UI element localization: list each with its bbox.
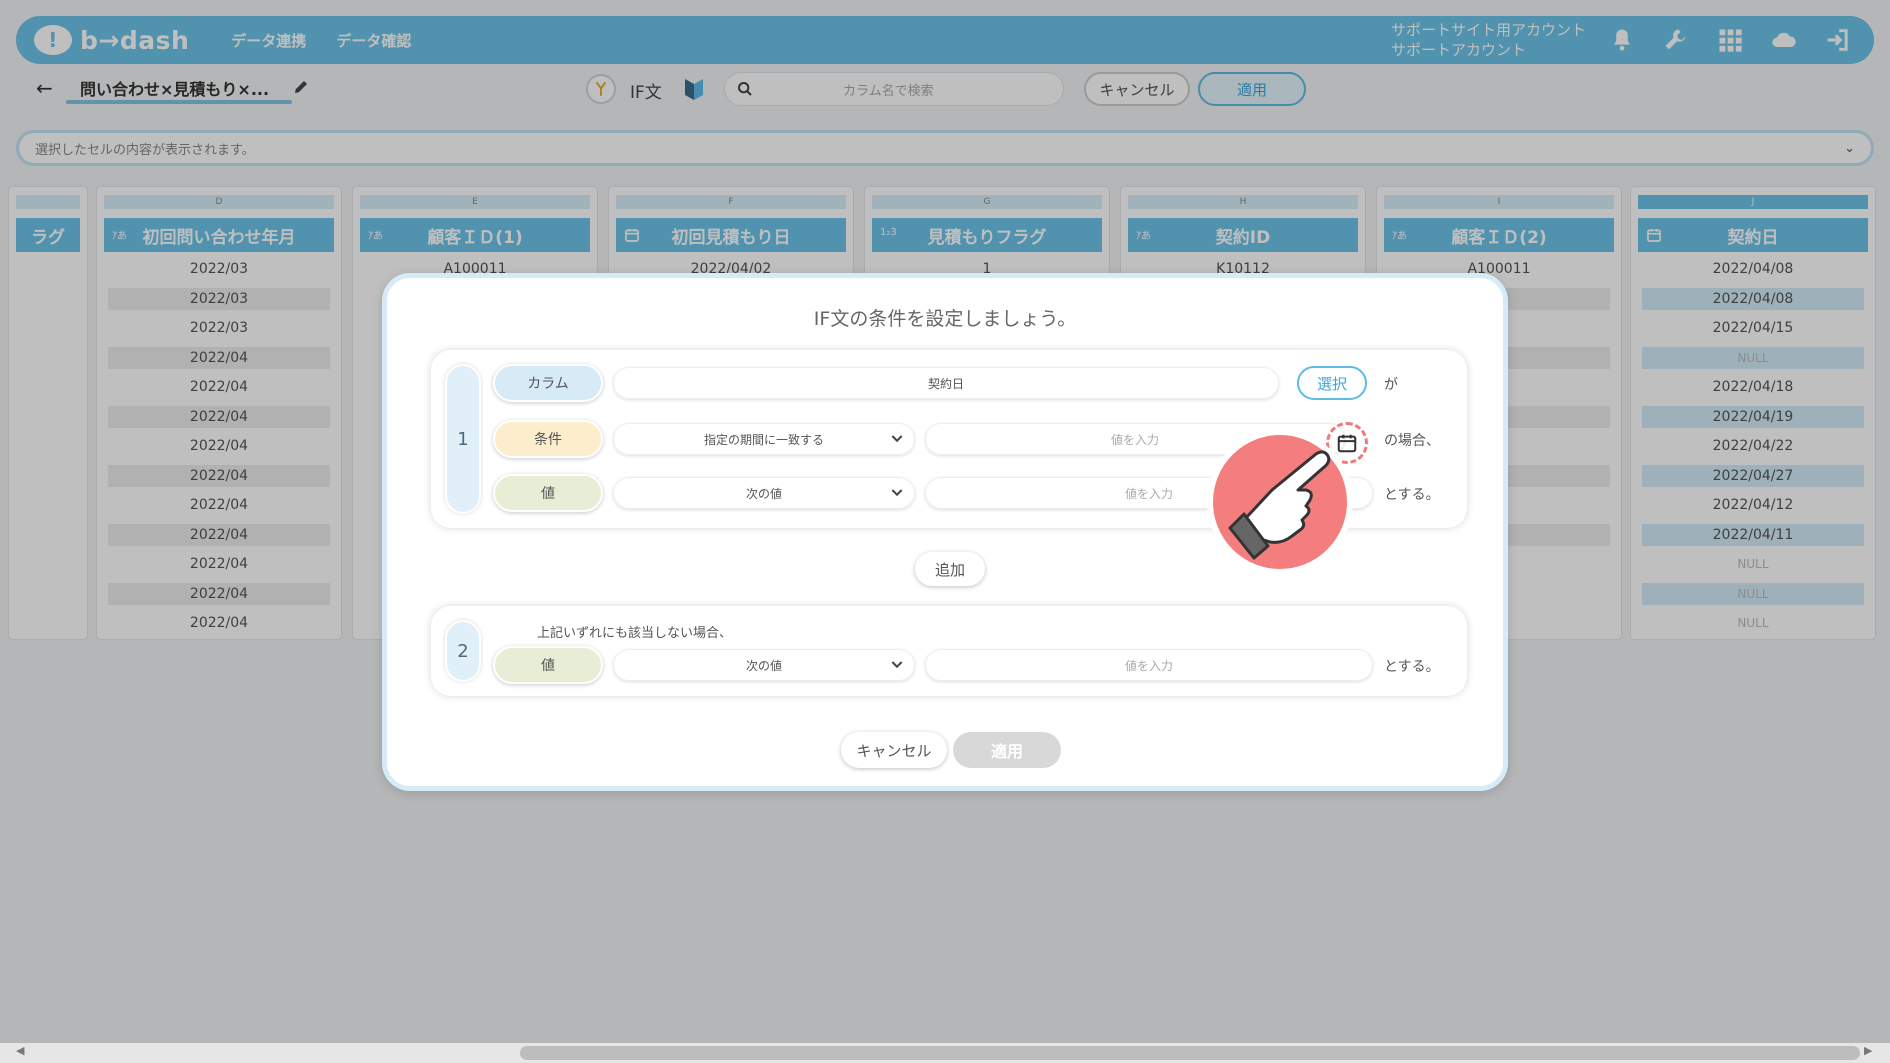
- value-suffix: とする。: [1384, 487, 1440, 503]
- column-label-pill: カラム: [493, 364, 603, 402]
- pointing-hand-icon: [1207, 429, 1353, 575]
- scroll-right-arrow[interactable]: ▶: [1864, 1044, 1872, 1057]
- chevron-down-icon: [891, 661, 903, 669]
- scrollbar-thumb[interactable]: [520, 1046, 1860, 1060]
- value-type-select[interactable]: 次の値: [613, 477, 915, 509]
- condition-suffix: の場合、: [1384, 433, 1440, 449]
- else-value-suffix: とする。: [1384, 659, 1440, 675]
- add-condition-button[interactable]: 追加: [915, 552, 985, 586]
- chevron-down-icon: [891, 435, 903, 443]
- column-suffix: が: [1384, 377, 1398, 393]
- scroll-left-arrow[interactable]: ◀: [16, 1044, 24, 1057]
- value-type-select-value: 次の値: [745, 486, 782, 501]
- condition-select[interactable]: 指定の期間に一致する: [613, 423, 915, 455]
- rule-number-1: 1: [445, 364, 481, 514]
- condition-select-value: 指定の期間に一致する: [703, 432, 824, 447]
- else-value-type-select[interactable]: 次の値: [613, 649, 915, 681]
- rule-number-2: 2: [445, 620, 481, 682]
- else-value-label-pill: 値: [493, 646, 603, 684]
- else-value-input[interactable]: 値を入力: [925, 649, 1373, 681]
- else-value-type-value: 次の値: [745, 658, 782, 673]
- dialog-apply-button[interactable]: 適用: [953, 732, 1061, 768]
- condition-label-pill: 条件: [493, 420, 603, 458]
- else-condition-text: 上記いずれにも該当しない場合、: [537, 626, 733, 641]
- dialog-cancel-button[interactable]: キャンセル: [841, 732, 947, 768]
- column-value-field[interactable]: 契約日: [613, 367, 1279, 399]
- dialog-title: IF文の条件を設定しましょう。: [813, 308, 1077, 330]
- rule-card-2: 2 上記いずれにも該当しない場合、 値 次の値 値を入力 とする。: [431, 606, 1467, 696]
- chevron-down-icon: [891, 489, 903, 497]
- value-label-pill: 値: [493, 474, 603, 512]
- select-column-button[interactable]: 選択: [1297, 366, 1367, 400]
